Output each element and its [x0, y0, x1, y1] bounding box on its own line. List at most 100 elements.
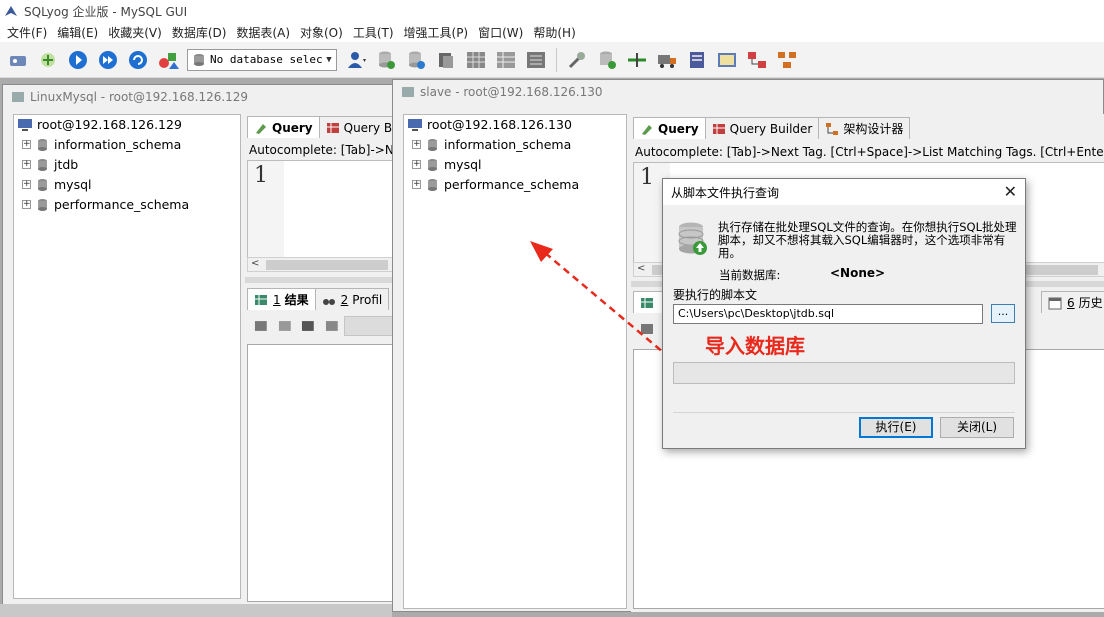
main-toolbar: No database select ▼	[0, 42, 1104, 78]
expand-icon[interactable]: +	[412, 180, 421, 189]
tab-profiler[interactable]: 2 Profil	[314, 288, 390, 310]
tree-db-mysql[interactable]: + mysql	[412, 157, 482, 172]
tree-db-information-schema[interactable]: + information_schema	[412, 137, 571, 152]
database-icon	[428, 158, 437, 171]
er-diagram-button[interactable]	[745, 48, 769, 72]
menu-file[interactable]: 文件(F)	[2, 24, 52, 41]
window-title: slave - root@192.168.126.130	[420, 85, 603, 99]
schema-designer-button[interactable]	[775, 48, 799, 72]
menu-tools[interactable]: 工具(T)	[348, 24, 399, 41]
expand-icon[interactable]: +	[22, 140, 31, 149]
window-titlebar[interactable]: LinuxMysql - root@192.168.126.129	[3, 85, 393, 109]
window-titlebar[interactable]: slave - root@192.168.126.130	[393, 80, 1103, 104]
tab-query[interactable]: Query	[247, 116, 320, 138]
object-browser[interactable]: root@192.168.126.129 + information_schem…	[13, 114, 241, 599]
database-selector[interactable]: No database select ▼	[187, 48, 337, 71]
new-query-button[interactable]	[36, 48, 60, 72]
menu-objects[interactable]: 对象(O)	[295, 24, 348, 41]
menu-window[interactable]: 窗口(W)	[473, 24, 528, 41]
tree-db-jtdb[interactable]: + jtdb	[22, 157, 78, 172]
editor-hscrollbar[interactable]: <	[247, 257, 395, 272]
menu-powertools[interactable]: 增强工具(P)	[399, 24, 474, 41]
tab-profiler-label: Profil	[352, 292, 383, 307]
table-data-button[interactable]	[494, 48, 518, 72]
tab-schema-designer[interactable]: 架构设计器	[818, 117, 911, 139]
menu-table[interactable]: 数据表(A)	[231, 24, 295, 41]
execute-button[interactable]	[66, 48, 90, 72]
refresh-button[interactable]	[126, 48, 150, 72]
expand-icon[interactable]: +	[22, 180, 31, 189]
query-profiler-button[interactable]	[715, 48, 739, 72]
tree-root-connection[interactable]: root@192.168.126.129	[17, 117, 182, 132]
tab-query-label: Query	[658, 121, 699, 136]
menu-edit[interactable]: 编辑(E)	[52, 24, 103, 41]
tab-query-builder-label: Query Builder	[729, 121, 813, 136]
tree-root-connection[interactable]: root@192.168.126.130	[407, 117, 572, 132]
line-number: 1	[254, 163, 268, 188]
pane-splitter[interactable]	[245, 277, 395, 283]
execute-script-dialog[interactable]: 从脚本文件执行查询 ✕ 执行存储在批处理SQL文件的查询。在你想执行SQL批处理…	[662, 178, 1026, 449]
close-button[interactable]: 关闭(L)	[940, 417, 1014, 438]
scroll-left-icon[interactable]: <	[251, 258, 259, 269]
tab-history[interactable]: 6 历史	[1041, 291, 1104, 313]
table-structure-button[interactable]	[524, 48, 548, 72]
tab-results[interactable]: 1 结果	[247, 288, 316, 310]
import-external-button[interactable]	[655, 48, 679, 72]
expand-icon[interactable]: +	[412, 160, 421, 169]
export-icon[interactable]	[639, 321, 655, 337]
schema-icon	[778, 51, 796, 68]
results-grid-icon	[255, 294, 267, 305]
notification-button[interactable]	[685, 48, 709, 72]
chevron-down-icon: ▼	[326, 54, 332, 65]
autocomplete-hint: Autocomplete: [Tab]->Next Tag. [Ctrl+Spa…	[635, 145, 1104, 159]
scroll-thumb[interactable]	[266, 260, 388, 270]
tree-db-information-schema[interactable]: + information_schema	[22, 137, 181, 152]
copy-db-button[interactable]	[434, 48, 458, 72]
copy-icon[interactable]	[277, 318, 293, 334]
menu-help[interactable]: 帮助(H)	[528, 24, 580, 41]
browse-button[interactable]: ...	[991, 304, 1015, 323]
calendar-icon	[1048, 297, 1062, 309]
tree-db-performance-schema[interactable]: + performance_schema	[22, 197, 189, 212]
line-number: 1	[640, 165, 654, 190]
sql-editor[interactable]: 1	[247, 160, 395, 272]
schema-sync-button[interactable]	[156, 48, 180, 72]
tab-query[interactable]: Query	[633, 117, 706, 139]
close-icon[interactable]: ✕	[1004, 182, 1017, 201]
menu-database[interactable]: 数据库(D)	[167, 24, 232, 41]
user-manager-button[interactable]	[344, 48, 368, 72]
tree-db-mysql[interactable]: + mysql	[22, 177, 92, 192]
expand-icon[interactable]: +	[22, 200, 31, 209]
form-view-icon[interactable]	[324, 318, 340, 334]
dialog-titlebar[interactable]: 从脚本文件执行查询 ✕	[663, 179, 1025, 205]
database-icon	[38, 198, 47, 211]
tab-query-builder[interactable]: Query Builder	[704, 117, 820, 139]
result-filter-box[interactable]	[343, 316, 395, 336]
result-grid[interactable]	[247, 344, 395, 602]
schema-button[interactable]	[464, 48, 488, 72]
execute-button[interactable]: 执行(E)	[859, 417, 933, 438]
query-builder-icon	[712, 123, 725, 134]
expand-icon[interactable]: +	[22, 160, 31, 169]
data-sync-button[interactable]	[595, 48, 619, 72]
tree-db-performance-schema[interactable]: + performance_schema	[412, 177, 579, 192]
restore-button[interactable]	[404, 48, 428, 72]
mdi-window-linuxmysql[interactable]: LinuxMysql - root@192.168.126.129 root@1…	[2, 84, 407, 606]
schema-compare-button[interactable]	[625, 48, 649, 72]
execute-all-button[interactable]	[96, 48, 120, 72]
export-icon[interactable]	[253, 318, 269, 334]
server-icon	[690, 51, 704, 68]
object-browser[interactable]: root@192.168.126.130 + information_schem…	[403, 114, 627, 609]
app-title: SQLyog 企业版 - MySQL GUI	[24, 4, 188, 19]
wrench-icon	[568, 51, 585, 68]
backup-button[interactable]	[374, 48, 398, 72]
query-builder-icon	[326, 122, 339, 133]
scroll-left-icon[interactable]: <	[637, 263, 645, 274]
menu-favorites[interactable]: 收藏夹(V)	[103, 24, 167, 41]
grid-view-icon[interactable]	[300, 318, 316, 334]
schema-designer-icon	[826, 122, 839, 135]
expand-icon[interactable]: +	[412, 140, 421, 149]
script-path-input[interactable]: C:\Users\pc\Desktop\jtdb.sql	[673, 304, 983, 324]
sql-scheduler-button[interactable]	[565, 48, 589, 72]
connect-button[interactable]	[6, 48, 30, 72]
